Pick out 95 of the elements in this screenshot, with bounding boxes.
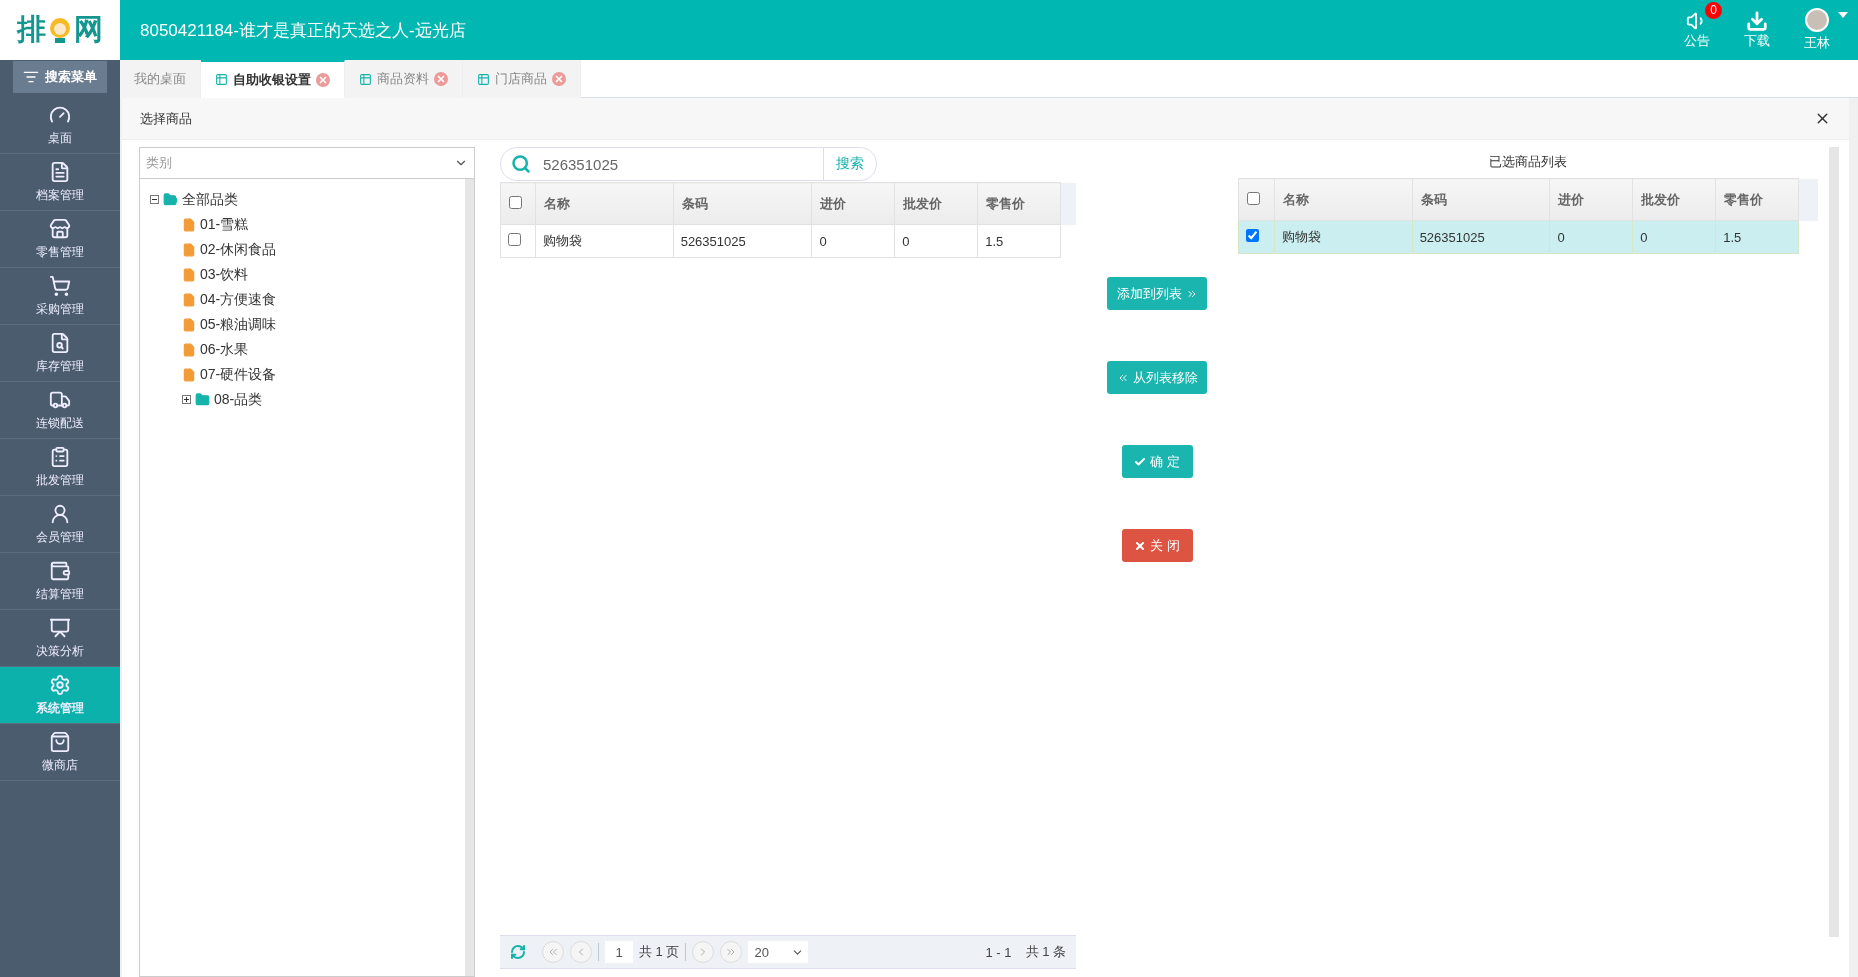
table-cell: 1.5 <box>977 224 1061 258</box>
close-tab-icon[interactable] <box>552 72 566 86</box>
column-header: 条码 <box>673 182 812 225</box>
dialog-title: 选择商品 <box>140 109 192 128</box>
caret-icon <box>1838 12 1848 18</box>
select-all-checkbox[interactable] <box>509 195 522 209</box>
column-header: 进价 <box>1549 178 1633 221</box>
tree-item[interactable]: 06-水果 <box>200 340 249 359</box>
table-cell: 526351025 <box>673 224 812 258</box>
check-icon <box>1134 455 1147 468</box>
collapse-icon[interactable] <box>150 195 159 204</box>
file-icon <box>182 267 196 282</box>
scrollbar[interactable] <box>465 179 474 976</box>
expand-icon[interactable] <box>182 395 191 404</box>
search-list-icon <box>23 69 39 85</box>
close-icon <box>436 74 446 84</box>
notification-badge: 0 <box>1705 2 1722 19</box>
tree-item[interactable]: 01-雪糕 <box>200 215 249 234</box>
tab[interactable]: 商品资料 <box>345 60 463 98</box>
close-tab-icon[interactable] <box>434 72 448 86</box>
chart-board-icon <box>49 616 71 639</box>
column-header: 名称 <box>1274 178 1413 221</box>
table-icon <box>477 72 490 86</box>
page-size-select[interactable]: 20 <box>748 941 809 963</box>
table-cell: 0 <box>1632 220 1716 254</box>
file-icon <box>182 217 196 232</box>
table-cell: 0 <box>811 224 895 258</box>
store-icon <box>49 217 71 240</box>
page-input[interactable]: 1 <box>605 941 633 963</box>
first-page-button[interactable] <box>542 941 564 963</box>
folder-icon <box>163 192 178 207</box>
column-header: 条码 <box>1412 178 1550 221</box>
close-icon <box>1134 539 1147 552</box>
tree-item[interactable]: 04-方便速食 <box>200 290 277 309</box>
previous-page-button[interactable] <box>570 941 592 963</box>
tree-item[interactable]: 全部品类 <box>182 190 238 209</box>
close-button[interactable]: 关 闭 <box>1121 529 1193 562</box>
column-header: 零售价 <box>977 182 1061 225</box>
table-icon <box>215 73 228 86</box>
wallet-icon <box>49 559 71 582</box>
table-cell: 购物袋 <box>535 224 674 258</box>
select-all-checkbox[interactable] <box>1247 191 1260 205</box>
document-search-icon <box>49 331 71 354</box>
file-icon <box>182 317 196 332</box>
tree-item[interactable]: 08-品类 <box>214 390 263 409</box>
table-cell: 1.5 <box>1715 220 1799 254</box>
table-cell: 526351025 <box>1412 220 1550 254</box>
column-header: 批发价 <box>894 182 978 225</box>
mascot-icon <box>47 16 73 44</box>
search-icon <box>511 154 531 174</box>
table-cell: 0 <box>894 224 978 258</box>
page-count: 共 1 页 <box>639 943 680 961</box>
record-total: 共 1 条 <box>1025 943 1066 961</box>
close-icon <box>554 74 564 84</box>
settings-icon <box>49 673 71 696</box>
store-title: 8050421184-谁才是真正的天选之人-远光店 <box>140 19 467 42</box>
tab[interactable]: 自助收银设置 <box>201 60 345 98</box>
file-icon <box>182 242 196 257</box>
column-header: 批发价 <box>1632 178 1716 221</box>
file-icon <box>182 367 196 382</box>
clipboard-icon <box>49 445 71 468</box>
list-title: 已选商品列表 <box>1489 153 1567 171</box>
avatar <box>1805 8 1829 32</box>
refresh-icon <box>510 944 526 960</box>
tree-item[interactable]: 05-粮油调味 <box>200 315 277 334</box>
column-header: 零售价 <box>1715 178 1799 221</box>
refresh-button[interactable] <box>510 944 526 960</box>
user-icon <box>49 502 71 525</box>
scrollbar[interactable] <box>1829 147 1839 937</box>
tab[interactable]: 我的桌面 <box>120 60 201 98</box>
tree-item[interactable]: 07-硬件设备 <box>200 365 277 384</box>
search-menu-button[interactable]: 搜索菜单 <box>13 61 107 93</box>
table-cell: 购物袋 <box>1274 220 1413 254</box>
row-checkbox[interactable] <box>508 233 521 246</box>
row-checkbox[interactable] <box>1246 229 1259 242</box>
column-header: 进价 <box>811 182 895 225</box>
close-tab-icon[interactable] <box>316 72 330 87</box>
tree-item[interactable]: 03-饮料 <box>200 265 249 284</box>
tab[interactable]: 门店商品 <box>463 60 581 98</box>
file-icon <box>182 342 196 357</box>
record-range: 1 - 1 <box>985 944 1012 960</box>
last-page-button[interactable] <box>720 941 743 963</box>
table-cell: 0 <box>1549 220 1633 254</box>
tree-item[interactable]: 02-休闲食品 <box>200 240 277 259</box>
close-icon <box>318 74 328 85</box>
download-icon <box>1746 10 1768 32</box>
cart-icon <box>49 274 71 297</box>
double-chevron-left-icon <box>547 946 559 958</box>
folder-icon <box>195 392 210 407</box>
column-header: 名称 <box>535 182 674 225</box>
bag-icon <box>49 730 71 753</box>
table-icon <box>359 72 372 86</box>
next-page-button[interactable] <box>692 941 715 963</box>
document-icon <box>49 160 71 183</box>
file-icon <box>182 292 196 307</box>
